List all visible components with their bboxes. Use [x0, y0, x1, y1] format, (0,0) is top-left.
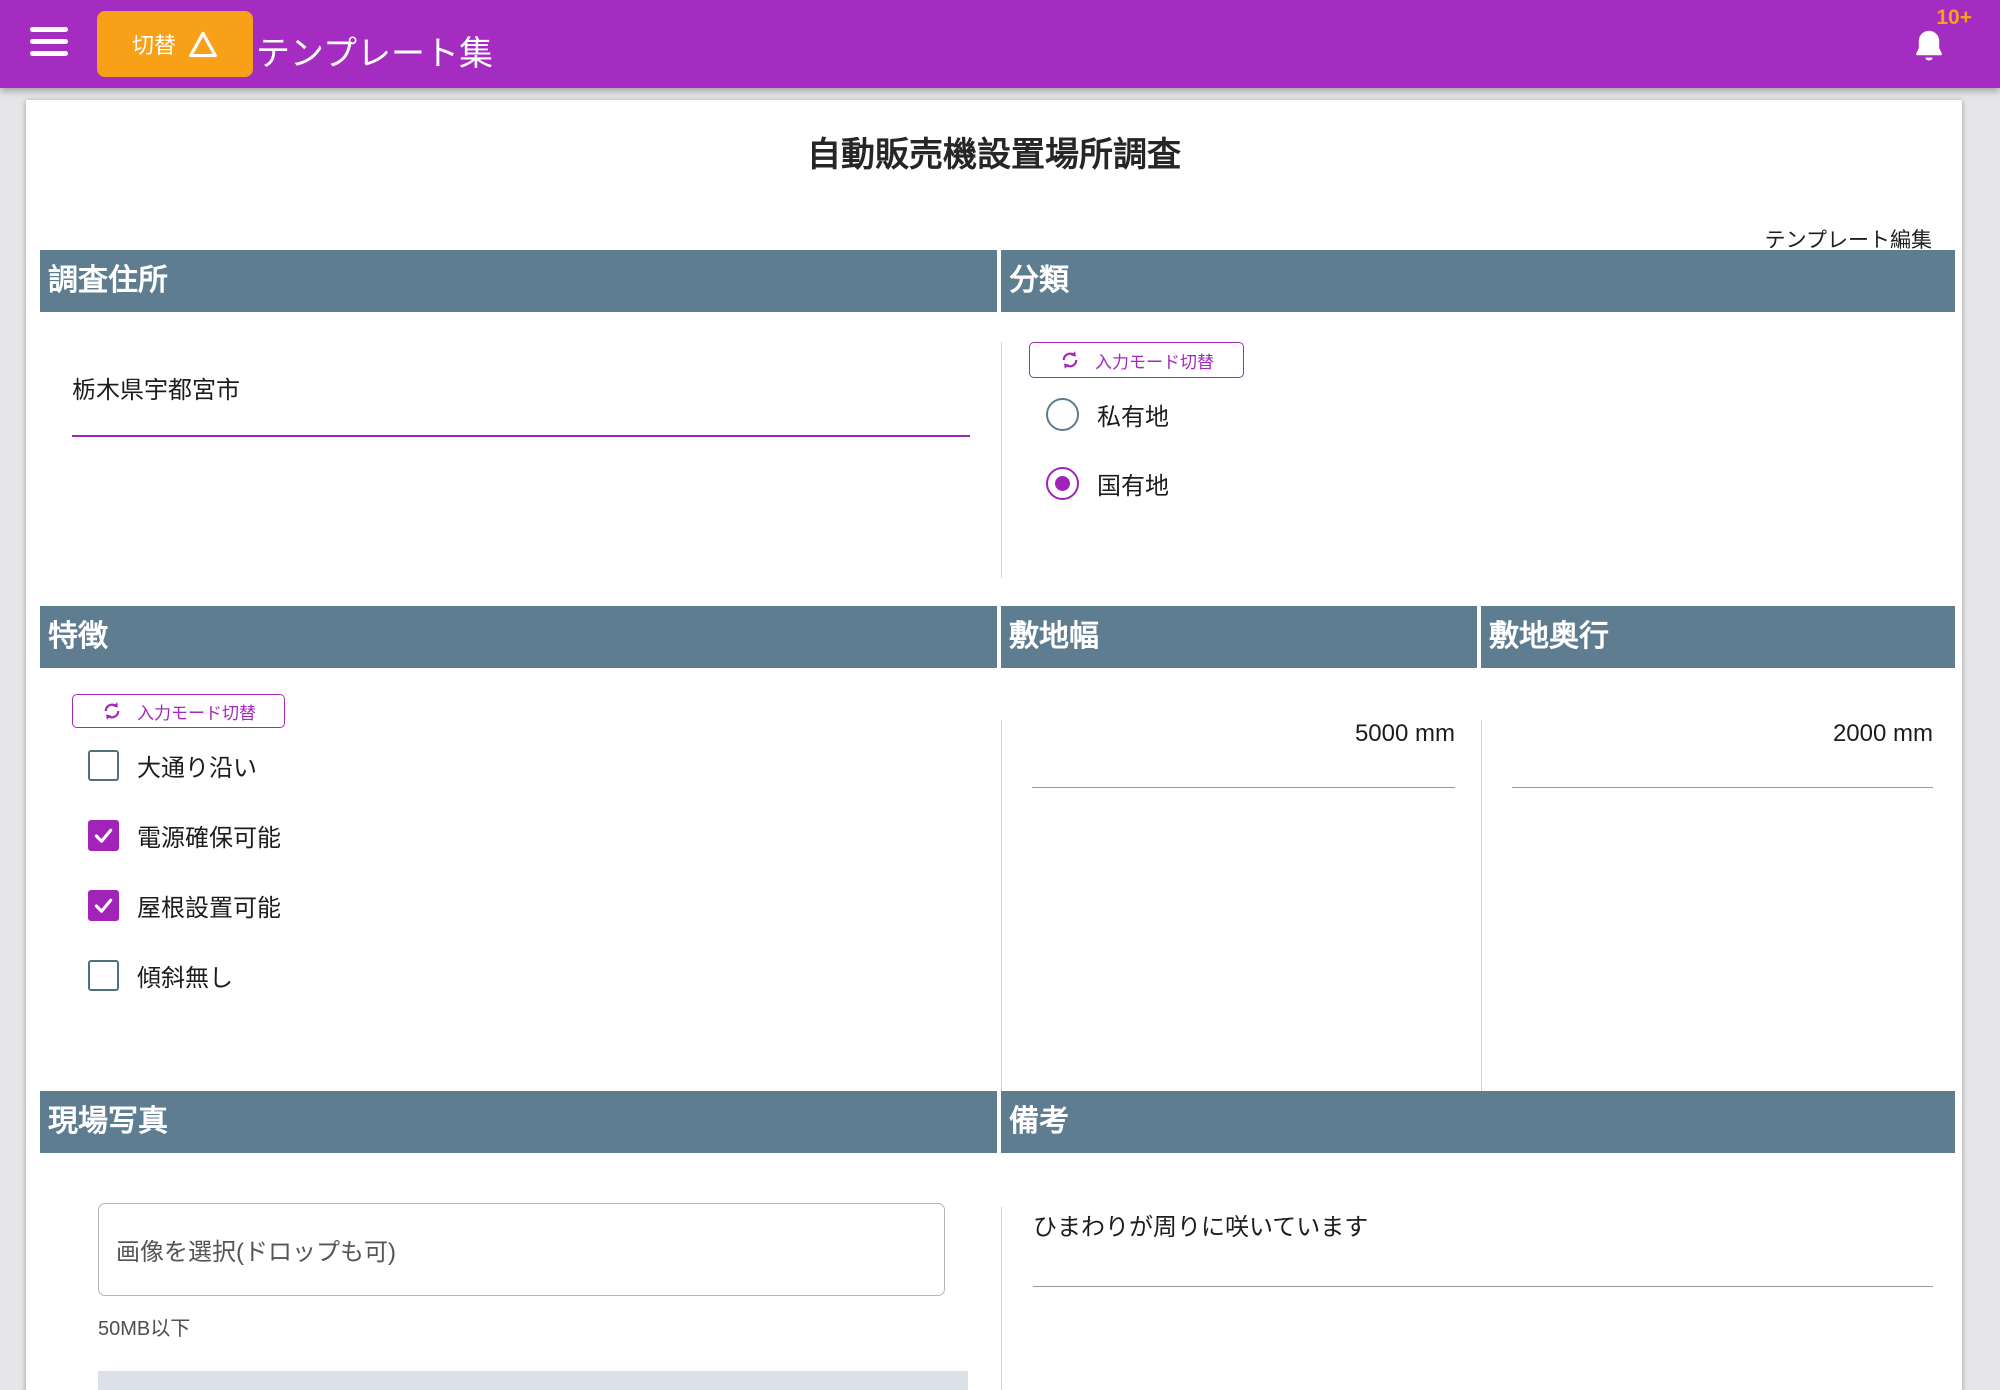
checkbox-icon-checked: [88, 890, 119, 921]
form-title: 自動販売機設置場所調査: [26, 127, 1962, 176]
app-title: テンプレート集: [256, 26, 493, 75]
features-input-mode-button[interactable]: 入力モード切替: [72, 694, 285, 728]
section-category-header: 分類: [1001, 250, 1955, 312]
sync-icon: [1059, 349, 1081, 371]
category-input-mode-label: 入力モード切替: [1095, 348, 1214, 373]
section-category: 分類 入力モード切替: [1001, 250, 1955, 606]
screen: 切替 テンプレート集 10+ 自動販売機設置場所調査 テンプレート編集 調査住所: [0, 0, 2000, 1390]
checkbox-label: 大通り沿い: [137, 748, 257, 783]
checkbox-roof-possible[interactable]: 屋根設置可能: [88, 888, 997, 923]
site-depth-value[interactable]: 2000 mm: [1482, 720, 1955, 748]
radio-national-land[interactable]: 国有地: [1046, 466, 1955, 501]
notes-input[interactable]: ひまわりが周りに咲いています: [1033, 1207, 1933, 1287]
site-width-underline: [1032, 787, 1455, 788]
site-width-value[interactable]: 5000 mm: [1002, 720, 1477, 748]
section-features: 特徴 入力モード切替: [40, 606, 997, 1091]
form-card: 自動販売機設置場所調査 テンプレート編集 調査住所 栃木県宇都宮市 分類: [26, 100, 1962, 1390]
checkbox-icon-unchecked: [88, 750, 119, 781]
address-input[interactable]: 栃木県宇都宮市: [72, 370, 970, 437]
checkbox-no-slope[interactable]: 傾斜無し: [88, 958, 997, 993]
checkbox-label: 電源確保可能: [137, 818, 281, 853]
image-file-input[interactable]: 画像を選択(ドロップも可): [98, 1203, 945, 1296]
section-notes-header: 備考: [1001, 1091, 1955, 1153]
features-input-mode-label: 入力モード切替: [137, 699, 256, 724]
app-bar: 切替 テンプレート集 10+: [0, 0, 2000, 88]
site-photo-treeline-image: [98, 1371, 968, 1390]
notification-area[interactable]: 10+: [1910, 6, 1972, 78]
checkbox-main-street[interactable]: 大通り沿い: [88, 748, 997, 783]
checkbox-label: 傾斜無し: [137, 958, 233, 993]
notification-badge: 10+: [1936, 6, 1972, 30]
radio-label: 国有地: [1097, 466, 1169, 501]
section-site-width-header: 敷地幅: [1001, 606, 1477, 668]
triangle-icon: [188, 31, 218, 58]
section-address-header: 調査住所: [40, 250, 997, 312]
file-size-hint: 50MB以下: [98, 1312, 997, 1341]
radio-label: 私有地: [1097, 397, 1169, 432]
radio-private-land[interactable]: 私有地: [1046, 397, 1955, 432]
section-site-width: 敷地幅 5000 mm: [1001, 606, 1477, 1091]
section-notes: 備考 ひまわりが周りに咲いています: [1001, 1091, 1955, 1390]
checkbox-power-available[interactable]: 電源確保可能: [88, 818, 997, 853]
radio-icon-selected: [1046, 467, 1079, 500]
sync-icon: [101, 700, 123, 722]
section-address: 調査住所 栃木県宇都宮市: [40, 250, 997, 606]
checkbox-icon-unchecked: [88, 960, 119, 991]
section-site-photo-header: 現場写真: [40, 1091, 997, 1153]
form-grid: 調査住所 栃木県宇都宮市 分類: [40, 250, 1955, 1390]
section-site-depth-header: 敷地奥行: [1481, 606, 1955, 668]
switch-button[interactable]: 切替: [97, 11, 253, 77]
switch-button-label: 切替: [132, 28, 176, 60]
radio-icon-unselected: [1046, 398, 1079, 431]
category-input-mode-button[interactable]: 入力モード切替: [1029, 342, 1244, 378]
image-file-placeholder: 画像を選択(ドロップも可): [99, 1232, 396, 1267]
section-site-depth: 敷地奥行 2000 mm: [1481, 606, 1955, 1091]
hamburger-menu-icon[interactable]: [30, 27, 68, 61]
section-features-header: 特徴: [40, 606, 997, 668]
checkbox-label: 屋根設置可能: [137, 888, 281, 923]
section-site-photo: 現場写真 画像を選択(ドロップも可) 50MB以下: [40, 1091, 997, 1390]
bell-icon[interactable]: [1912, 28, 1946, 71]
site-depth-underline: [1512, 787, 1933, 788]
checkbox-icon-checked: [88, 820, 119, 851]
